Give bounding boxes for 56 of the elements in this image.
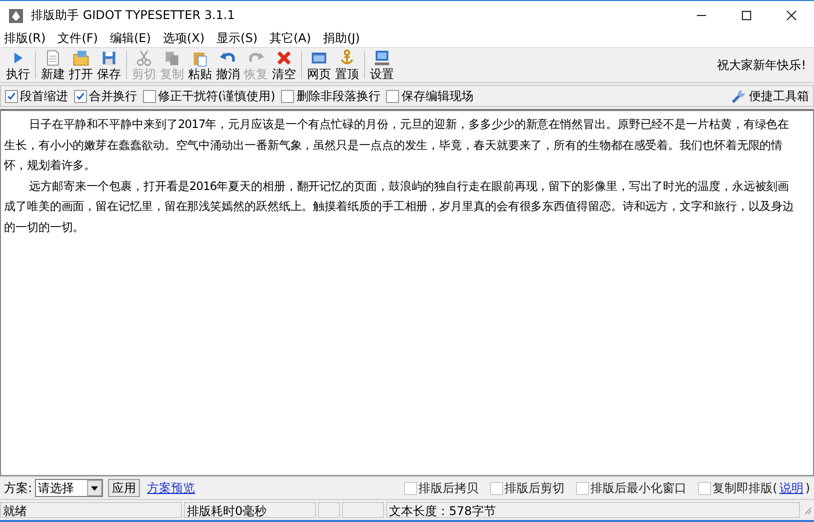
option-checkbox[interactable]: 删除非段落换行: [281, 88, 380, 104]
paragraph-text: 日子在平静和不平静中来到了2017年，元月应该是一个有点忙碌的月份，元旦的迎新，多多少少的新意在悄然冒出。原野已经不是一片枯黄，有绿色在 生长，有小小的嫩芽在蠢蠢欲动。空气中涌动出一番新气象，虽然只是一点点的发生，毕竟，春天就要来了，所有的生物都在感受着。我们也怀着无限的情 怀，规划着许多。: [4, 116, 790, 174]
copy-icon: [163, 49, 181, 67]
greeting-text: 祝大家新年快乐!: [717, 56, 806, 74]
folder-icon: [72, 49, 90, 67]
toolbar-button[interactable]: 保存: [95, 49, 123, 81]
toolbar-button[interactable]: 新建: [39, 49, 67, 81]
toolbar-button[interactable]: 置顶: [333, 49, 361, 81]
app-icon: [8, 8, 24, 24]
check-icon: [6, 90, 17, 102]
wrench-icon: [731, 88, 746, 104]
menu-item[interactable]: 捐助(J): [323, 30, 360, 47]
window-title: 排版助手 GIDOT TYPESETTER 3.1.1: [31, 7, 235, 24]
monitor-icon: [373, 49, 391, 67]
scheme-dropdown[interactable]: 请选择: [35, 479, 104, 497]
floppy-icon: [100, 49, 118, 67]
toolbar-button[interactable]: 清空: [270, 49, 298, 81]
option-checkbox[interactable]: 排版后拷贝: [404, 480, 479, 496]
toolbar-button[interactable]: 粘贴: [186, 49, 214, 81]
option-checkbox[interactable]: 保存编辑现场: [386, 88, 474, 104]
toolbar-button[interactable]: 网页: [305, 49, 333, 81]
menu-item[interactable]: 编辑(E): [110, 30, 151, 47]
menu-item[interactable]: 显示(S): [216, 30, 258, 47]
menu-item[interactable]: 排版(R): [4, 30, 46, 47]
document-icon: [44, 49, 62, 67]
apply-button[interactable]: 应用: [108, 479, 140, 497]
status-text: 排版耗时0毫秒: [184, 502, 316, 518]
option-checkbox[interactable]: 复制即排版( 说明 ): [698, 480, 810, 496]
resize-grip-icon[interactable]: [802, 505, 812, 515]
scheme-label: 方案:: [4, 480, 32, 496]
toolbox-button[interactable]: 便捷工具箱: [731, 88, 809, 104]
paragraph-text: 远方邮寄来一个包裹，打开看是2016年夏天的相册，翻开记忆的页面，鼓浪屿的独自行走在眼前再现，留下的影像里，写出了时光的温度，永远被刻画 成了唯美的画面，留在记忆里，留在那浅笑嫣然的跃然纸上。触摸着纸质的手工相册，岁月里真的会有很多东西值得留恋。诗和远方，文字和旅行，以及身边 的一切的一切。: [4, 178, 796, 236]
text-editor[interactable]: [0, 109, 814, 476]
option-checkbox[interactable]: 段首缩进: [5, 88, 68, 104]
option-checkbox[interactable]: 合并换行: [74, 88, 137, 104]
option-checkbox[interactable]: 修正干扰符(谨慎使用): [143, 88, 276, 104]
scissors-icon: [135, 49, 153, 67]
toolbar-button[interactable]: 设置: [368, 49, 396, 81]
menu-item[interactable]: 其它(A): [270, 30, 312, 47]
option-checkbox[interactable]: 排版后剪切: [490, 480, 565, 496]
check-icon: [75, 90, 86, 102]
toolbar-button[interactable]: 撤消: [214, 49, 242, 81]
status-panel: [342, 502, 384, 518]
cross-icon: [275, 49, 293, 67]
help-link[interactable]: 说明: [779, 480, 804, 496]
preview-link[interactable]: 方案预览: [147, 480, 196, 496]
menu-item[interactable]: 文件(F): [58, 30, 98, 47]
toolbar-button[interactable]: 打开: [67, 49, 95, 81]
status-text: 就绪: [0, 502, 182, 518]
caret-icon: [91, 486, 98, 490]
menu-item[interactable]: 选项(X): [162, 30, 205, 47]
toolbar-button[interactable]: 执行: [4, 49, 32, 81]
anchor-icon: [338, 49, 356, 67]
status-text: 文本长度：578字节: [386, 502, 800, 518]
status-panel: [318, 502, 340, 518]
option-checkbox[interactable]: 排版后最小化窗口: [576, 480, 687, 496]
